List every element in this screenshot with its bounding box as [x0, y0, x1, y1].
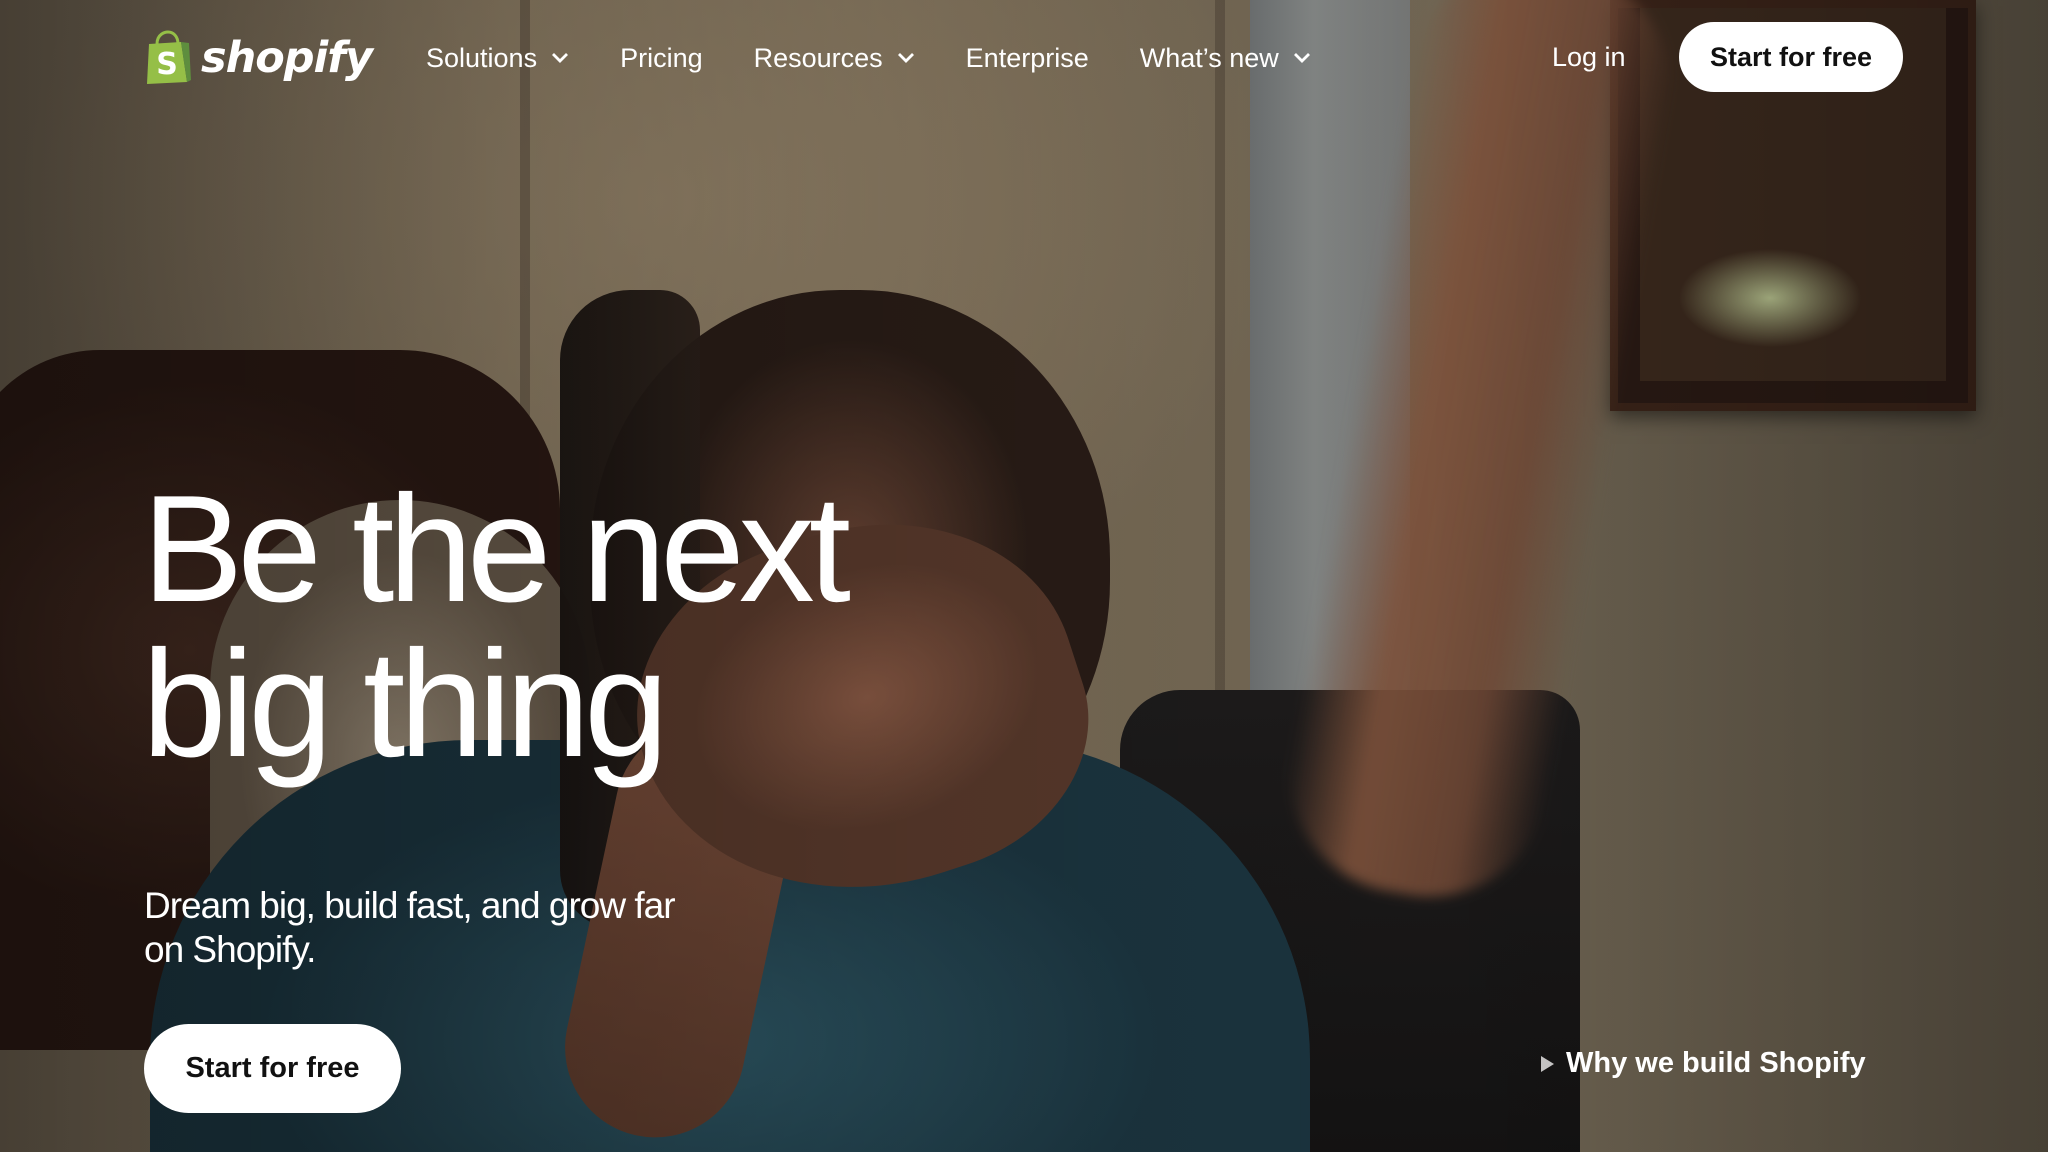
nav-item-label: Resources	[753, 42, 883, 73]
shopify-logo[interactable]: S shopify	[143, 28, 373, 88]
nav-item-label: Enterprise	[965, 42, 1089, 73]
nav-item-solutions[interactable]: Solutions	[426, 43, 569, 74]
site-header: S shopify Solutions Pricing Resources En…	[0, 0, 2048, 116]
chevron-down-icon	[897, 53, 914, 63]
start-free-button-header[interactable]: Start for free	[1679, 22, 1903, 92]
shopping-bag-icon: S	[143, 30, 193, 86]
why-we-build-video-link[interactable]: Why we build Shopify	[1541, 1047, 1866, 1080]
hero-headline-line: Be the next	[142, 464, 851, 634]
svg-text:S: S	[156, 47, 178, 82]
hero-subheading: Dream big, build fast, and grow far on S…	[144, 885, 676, 970]
hero-headline: Be the next big thing	[142, 464, 851, 789]
nav-item-resources[interactable]: Resources	[754, 43, 915, 74]
play-icon	[1541, 1055, 1554, 1072]
start-free-button-hero[interactable]: Start for free	[144, 1024, 401, 1113]
nav-item-whats-new[interactable]: What’s new	[1140, 43, 1311, 74]
video-link-label: Why we build Shopify	[1566, 1047, 1866, 1079]
chevron-down-icon	[1293, 53, 1310, 63]
nav-item-label: Pricing	[620, 42, 703, 73]
chevron-down-icon	[552, 53, 569, 63]
login-link[interactable]: Log in	[1552, 42, 1626, 73]
nav-item-label: What’s new	[1139, 42, 1279, 73]
nav-item-enterprise[interactable]: Enterprise	[966, 43, 1089, 74]
nav-item-pricing[interactable]: Pricing	[620, 43, 703, 74]
shopify-wordmark: shopify	[201, 33, 373, 83]
hero-headline-line: big thing	[142, 619, 669, 789]
main-nav: Solutions Pricing Resources Enterprise W…	[426, 38, 1362, 78]
nav-item-label: Solutions	[426, 42, 538, 73]
